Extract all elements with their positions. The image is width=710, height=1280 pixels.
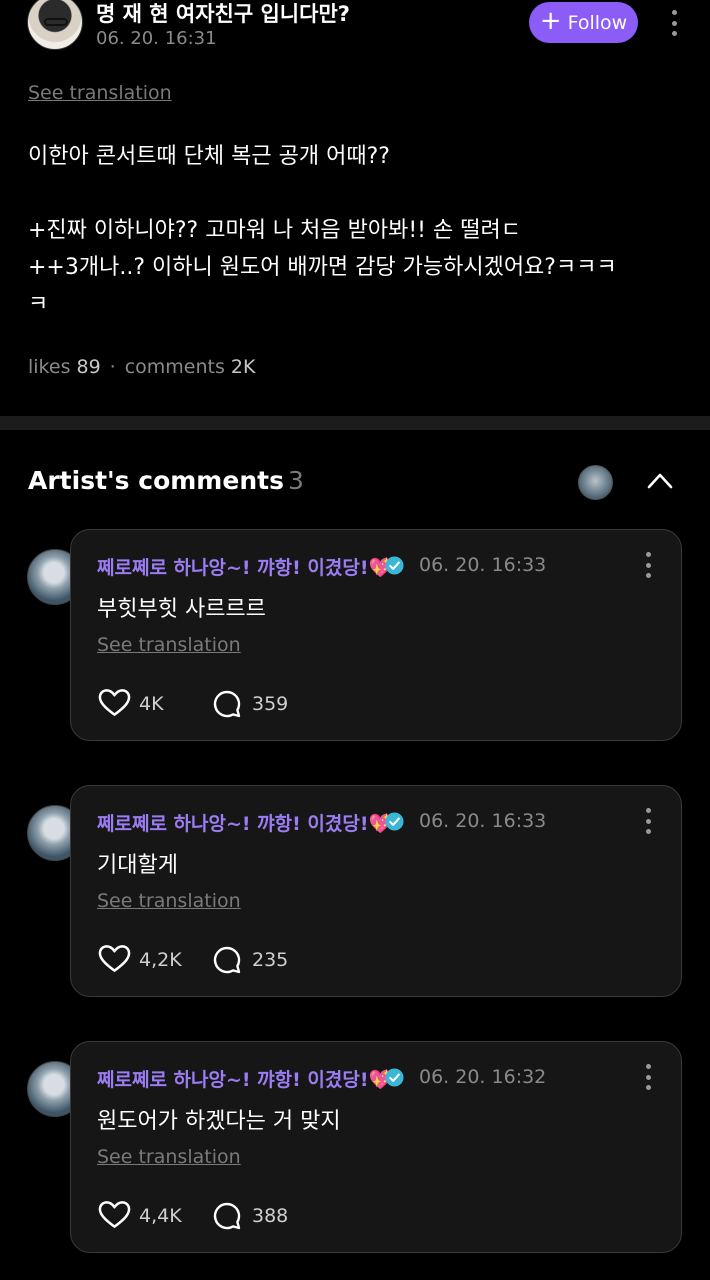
more-icon[interactable] [645, 808, 651, 834]
likes-value: 89 [76, 356, 101, 378]
comment-bubble-icon[interactable] [212, 945, 242, 975]
post-stats: likes 89 · comments 2K [28, 356, 255, 378]
commenter-name[interactable]: 쩨로쩨로 하나앙~! 꺄항! 이겼당!💖 [97, 1065, 392, 1092]
likes-label: likes [28, 356, 71, 378]
comment-bubble-icon[interactable] [212, 689, 242, 719]
chevron-up-icon[interactable] [646, 470, 674, 490]
follow-label: Follow [567, 11, 628, 34]
post-body: 이한아 콘서트때 단체 복근 공개 어때?? +진짜 이하니야?? 고마워 나 … [28, 138, 678, 323]
comment-see-translation[interactable]: See translation [97, 634, 241, 656]
comment-card: 쩨로쩨로 하나앙~! 꺄항! 이겼당!💖 06. 20. 16:33 기대할게 … [70, 785, 682, 997]
artist-comments-title: Artist's comments 3 [28, 466, 304, 495]
author-avatar[interactable] [27, 0, 83, 50]
more-icon[interactable] [645, 552, 651, 578]
reply-count: 235 [252, 949, 289, 971]
comment-bubble-icon[interactable] [212, 1201, 242, 1231]
comment-text: 기대할게 [97, 853, 178, 878]
post-see-translation[interactable]: See translation [28, 82, 172, 104]
more-icon[interactable] [645, 1064, 651, 1090]
heart-icon[interactable] [98, 1200, 131, 1230]
comment-card: 쩨로쩨로 하나앙~! 꺄항! 이겼당!💖 06. 20. 16:33 부힛부힛 … [70, 529, 682, 741]
reply-count: 359 [252, 693, 289, 715]
comment-time: 06. 20. 16:33 [419, 554, 547, 576]
comment-text: 부힛부힛 사르르르 [97, 597, 266, 622]
reply-count: 388 [252, 1205, 289, 1227]
comment-see-translation[interactable]: See translation [97, 890, 241, 912]
post-time: 06. 20. 16:31 [96, 28, 217, 49]
commenter-name[interactable]: 쩨로쩨로 하나앙~! 꺄항! 이겼당!💖 [97, 809, 392, 836]
commenter-name[interactable]: 쩨로쩨로 하나앙~! 꺄항! 이겼당!💖 [97, 553, 392, 580]
follow-button[interactable]: + Follow [529, 2, 638, 43]
comment-time: 06. 20. 16:33 [419, 810, 547, 832]
comment-card: 쩨로쩨로 하나앙~! 꺄항! 이겼당!💖 06. 20. 16:32 원도어가 … [70, 1041, 682, 1253]
verified-badge-icon [385, 1068, 404, 1087]
heart-icon[interactable] [98, 944, 131, 974]
like-count: 4,4K [139, 1205, 182, 1227]
verified-badge-icon [385, 556, 404, 575]
post-text: 이한아 콘서트때 단체 복근 공개 어때?? +진짜 이하니야?? 고마워 나 … [28, 144, 617, 317]
comment-see-translation[interactable]: See translation [97, 1146, 241, 1168]
artist-comments-count: 3 [287, 466, 304, 495]
more-icon[interactable] [671, 10, 677, 36]
post-header: 명 재 현 여자친구 입니다만? 06. 20. 16:31 + Follow [0, 0, 710, 60]
heart-icon[interactable] [98, 688, 131, 718]
comments-label: comments [124, 356, 225, 378]
comment-time: 06. 20. 16:32 [419, 1066, 547, 1088]
like-count: 4K [139, 693, 164, 715]
plus-icon: + [539, 6, 562, 36]
section-divider [0, 416, 710, 430]
author-name[interactable]: 명 재 현 여자친구 입니다만? [96, 0, 350, 28]
stats-separator: · [109, 356, 116, 378]
comments-value: 2K [230, 356, 256, 378]
artist-avatar[interactable] [578, 465, 613, 500]
comment-text: 원도어가 하겠다는 거 맞지 [97, 1109, 341, 1134]
artist-comments-label: Artist's comments [28, 466, 284, 495]
like-count: 4,2K [139, 949, 182, 971]
verified-badge-icon [385, 812, 404, 831]
